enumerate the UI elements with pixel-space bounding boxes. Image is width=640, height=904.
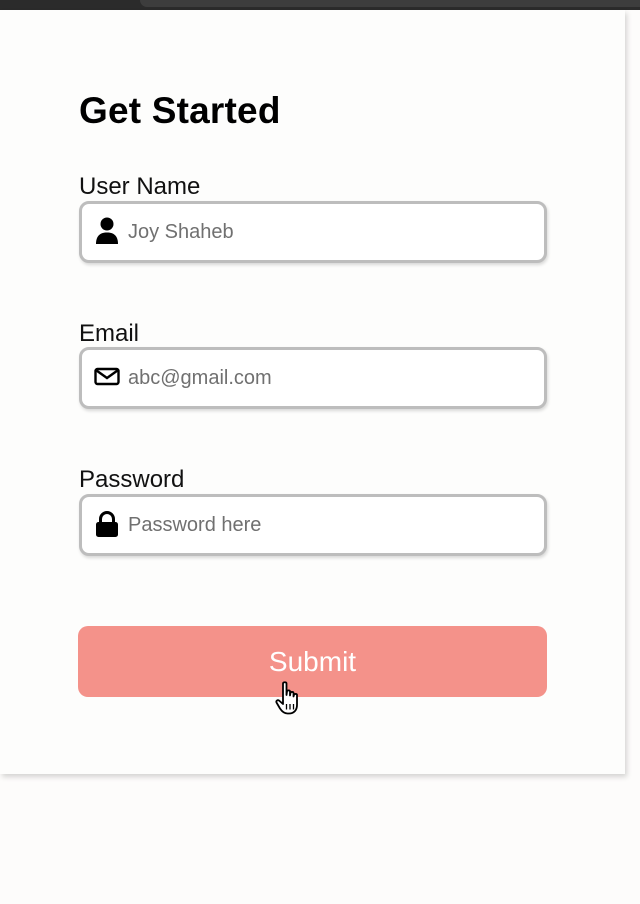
password-field-box[interactable] bbox=[79, 494, 547, 556]
lock-icon bbox=[94, 510, 120, 538]
username-input[interactable] bbox=[128, 204, 528, 260]
submit-button[interactable]: Submit bbox=[78, 626, 547, 697]
username-field-box[interactable] bbox=[79, 201, 547, 263]
password-label: Password bbox=[79, 466, 185, 493]
email-label: Email bbox=[79, 320, 140, 347]
browser-top-strip bbox=[0, 0, 640, 10]
page-title: Get Started bbox=[79, 90, 281, 131]
user-icon bbox=[94, 217, 120, 245]
email-input[interactable] bbox=[128, 350, 528, 406]
hand-pointer-cursor-icon bbox=[274, 680, 302, 716]
email-field-box[interactable] bbox=[79, 347, 547, 409]
password-input[interactable] bbox=[128, 497, 528, 553]
envelope-icon bbox=[94, 363, 120, 391]
username-label: User Name bbox=[79, 173, 201, 200]
browser-tab-edge bbox=[140, 0, 640, 7]
